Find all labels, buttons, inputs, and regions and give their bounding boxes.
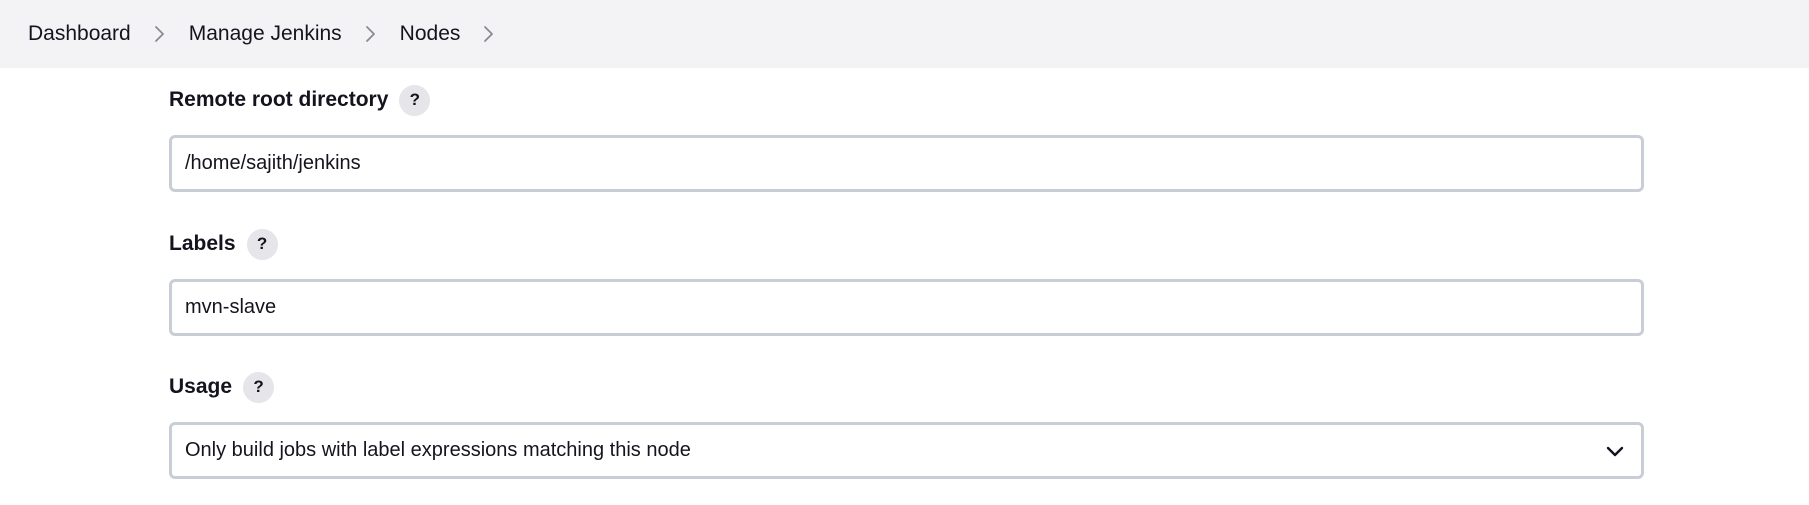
breadcrumb-item-nodes[interactable]: Nodes: [400, 22, 461, 46]
usage-select-value: Only build jobs with label expressions m…: [185, 439, 691, 461]
breadcrumb: Dashboard Manage Jenkins Nodes: [0, 0, 1809, 68]
remote-root-directory-label: Remote root directory: [169, 88, 389, 111]
help-icon[interactable]: ?: [246, 228, 278, 260]
breadcrumb-item-dashboard[interactable]: Dashboard: [28, 22, 131, 46]
labels-label-row: Labels ?: [169, 227, 1644, 261]
remote-root-directory-field: Remote root directory ?: [169, 83, 1644, 192]
remote-root-directory-input[interactable]: [169, 135, 1644, 192]
usage-label-row: Usage ?: [169, 370, 1644, 404]
breadcrumb-item-manage-jenkins[interactable]: Manage Jenkins: [189, 22, 342, 46]
help-icon[interactable]: ?: [399, 84, 431, 116]
help-icon[interactable]: ?: [243, 371, 275, 403]
chevron-right-icon[interactable]: [342, 19, 400, 49]
chevron-right-icon[interactable]: [131, 19, 189, 49]
chevron-right-icon[interactable]: [460, 19, 518, 49]
usage-label: Usage: [169, 375, 233, 398]
usage-select[interactable]: Only build jobs with label expressions m…: [169, 422, 1644, 479]
labels-label: Labels: [169, 232, 236, 255]
labels-input[interactable]: [169, 279, 1644, 336]
usage-field: Usage ? Only build jobs with label expre…: [169, 370, 1644, 479]
labels-field: Labels ?: [169, 227, 1644, 336]
remote-root-directory-label-row: Remote root directory ?: [169, 83, 1644, 117]
chevron-down-icon: [1604, 440, 1626, 462]
